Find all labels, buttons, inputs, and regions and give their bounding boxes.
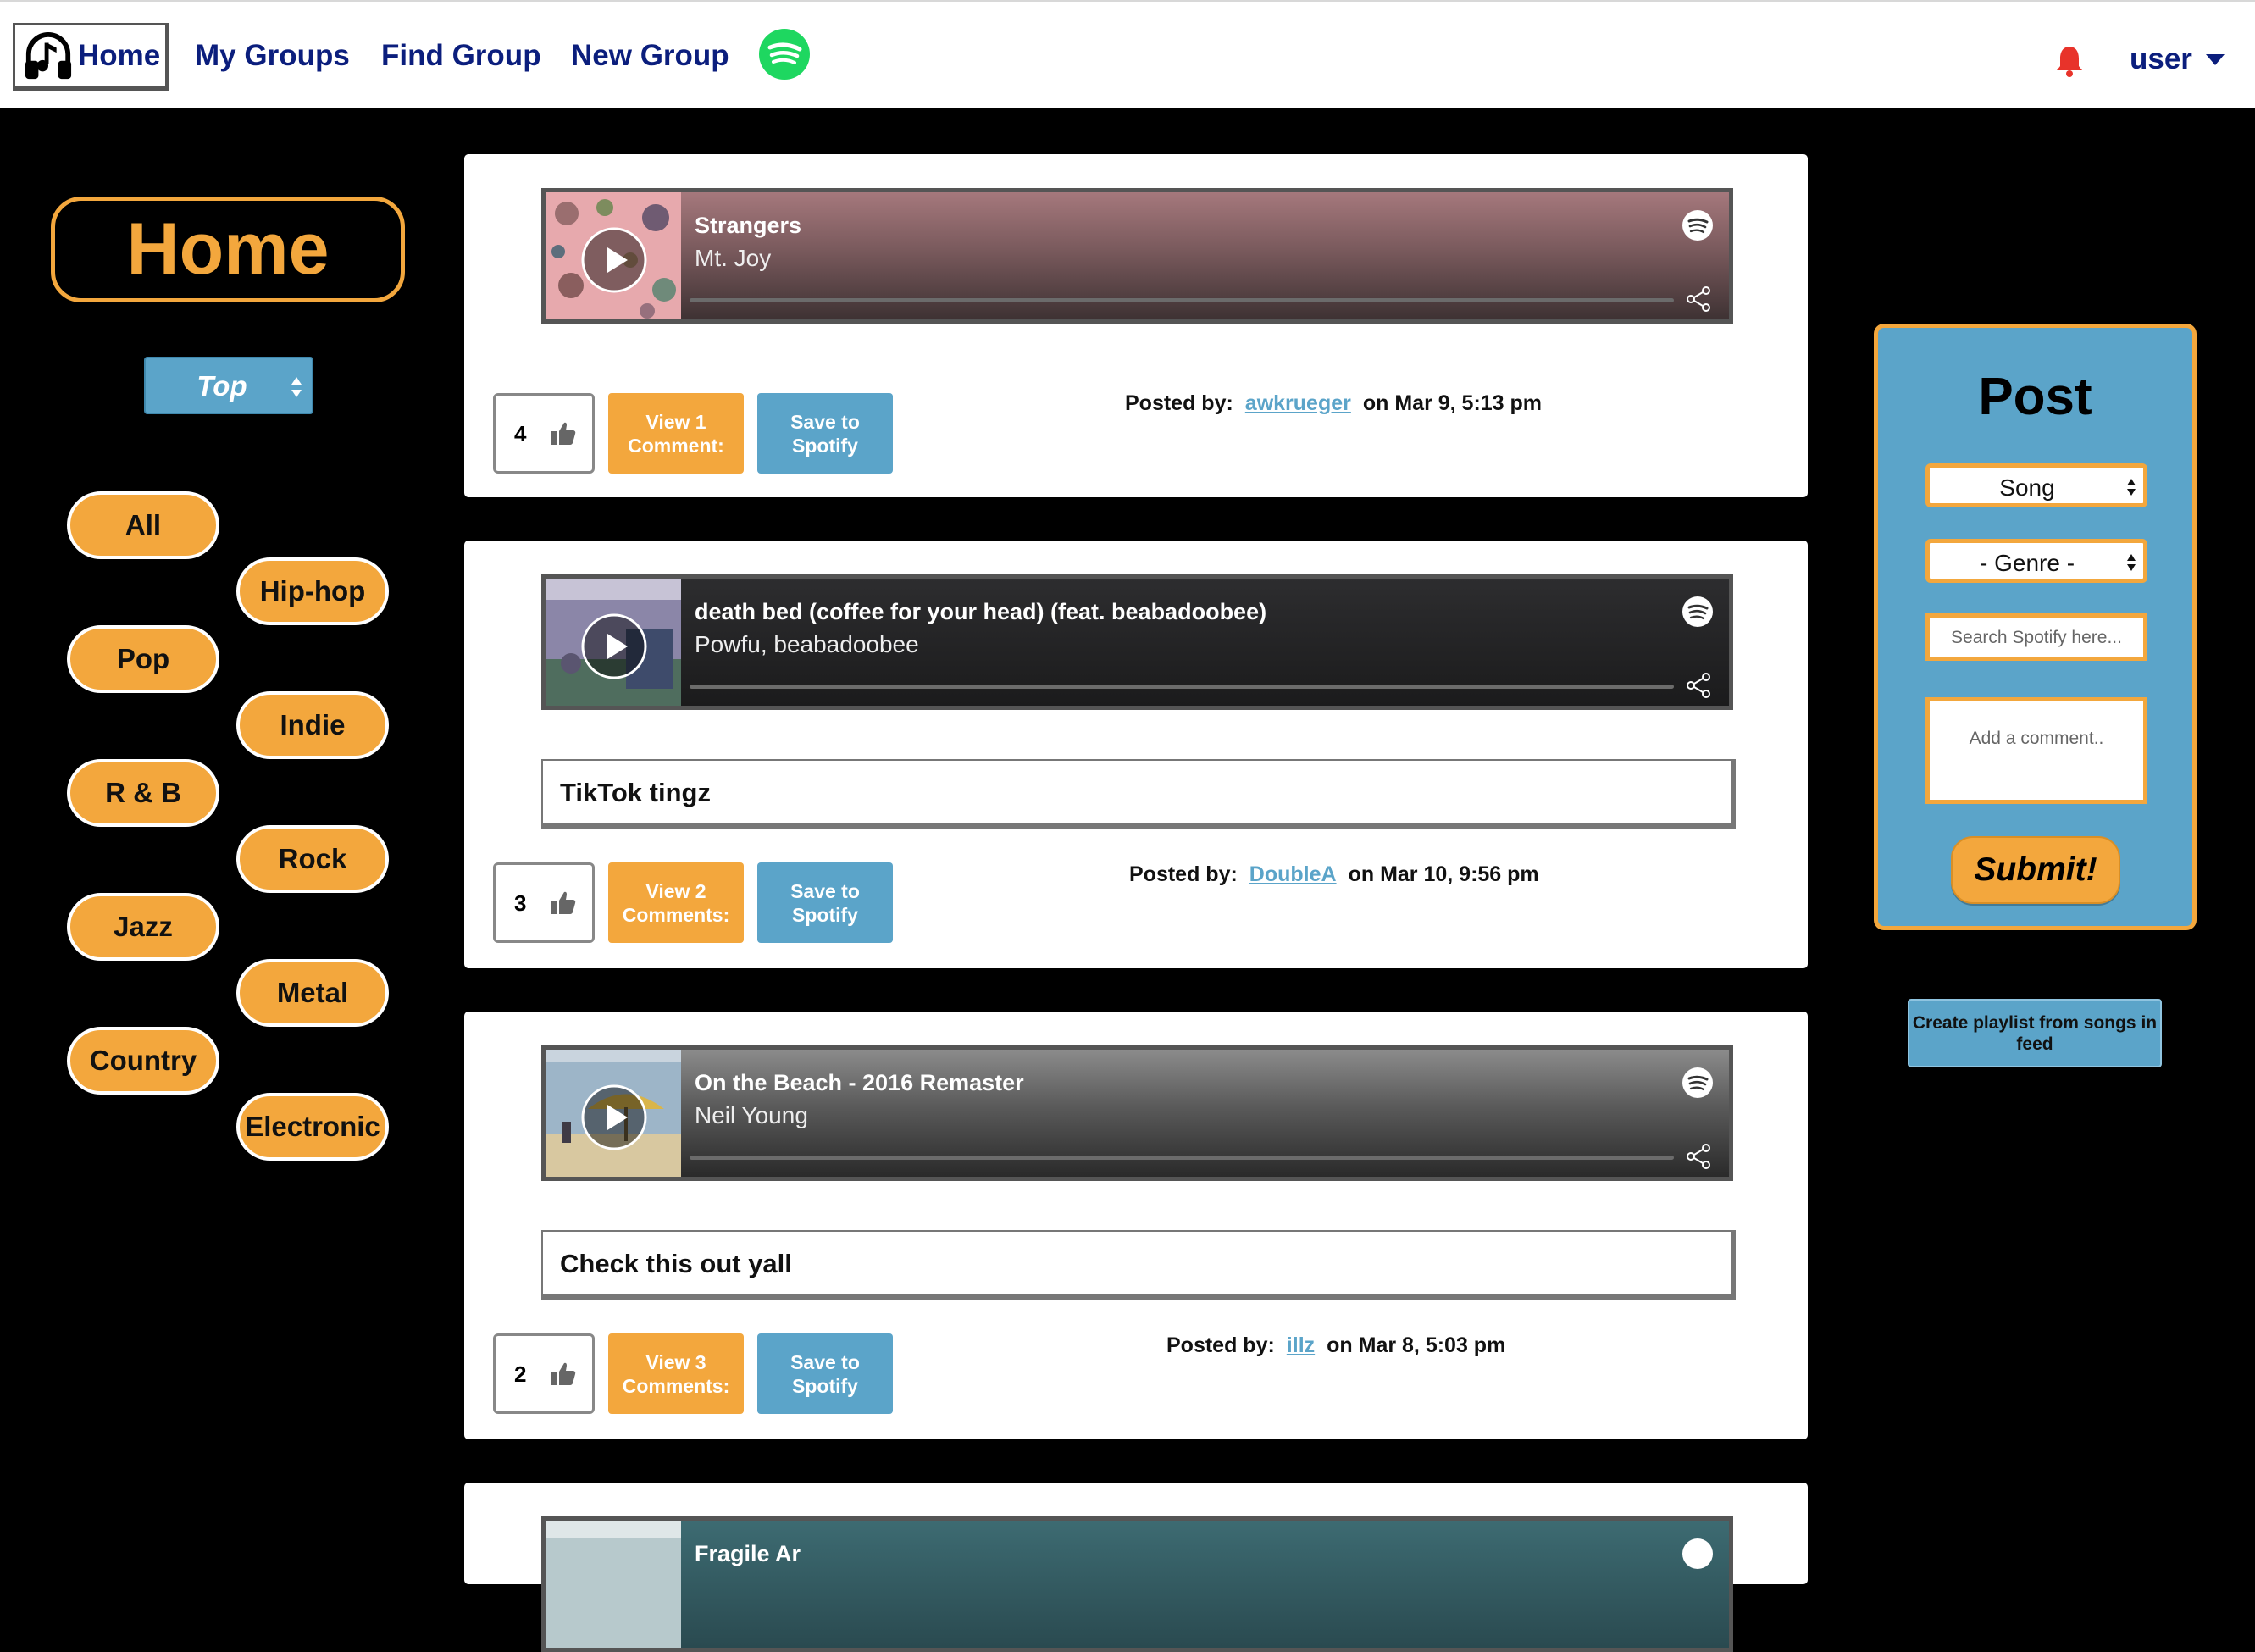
like-button[interactable]: 4 [493,393,595,474]
view-comments-button[interactable]: View 2 Comments: [608,862,744,943]
feed-post-card: Fragile Ar [464,1483,1808,1652]
feed-post-card: death bed (coffee for your head) (feat. … [464,541,1808,968]
select-arrows-icon [2127,554,2136,571]
thumbs-up-icon [551,422,576,445]
save-to-spotify-button[interactable]: Save to Spotify [757,1333,893,1414]
post-caption: TikTok tingz [541,759,1736,829]
comment-textarea[interactable]: Add a comment.. [1925,697,2147,804]
progress-bar[interactable] [690,685,1674,689]
like-button[interactable]: 3 [493,862,595,943]
post-type-value: Song [1999,474,2055,501]
posted-by: Posted by: illz on Mar 8, 5:03 pm [1166,1333,1505,1358]
spotify-player[interactable]: Strangers Mt. Joy [541,188,1733,324]
nav-home-label: Home [78,39,161,72]
feed-post-card: On the Beach - 2016 Remaster Neil Young [464,1012,1808,1439]
post-caption-text: TikTok tingz [560,778,711,807]
genre-select[interactable]: - Genre - [1925,539,2147,583]
track-title: Strangers [695,213,802,238]
select-arrows-icon [2127,479,2136,496]
spotify-icon[interactable] [758,28,811,80]
share-icon[interactable] [1685,672,1712,699]
genre-metal-button[interactable]: Metal [236,959,389,1027]
user-menu[interactable]: user [2130,42,2192,76]
post-date: on Mar 10, 9:56 pm [1348,862,1539,886]
page-title: Home [51,197,405,302]
share-icon[interactable] [1685,285,1712,313]
genre-select-value: - Genre - [1979,550,2075,576]
track-artist: Neil Young [695,1102,808,1128]
post-caption: Check this out yall [541,1230,1736,1300]
nav-find-group-link[interactable]: Find Group [381,39,541,73]
post-caption-text: Check this out yall [560,1249,792,1278]
spotify-icon[interactable] [1682,596,1714,628]
posted-by: Posted by: DoubleA on Mar 10, 9:56 pm [1129,862,1539,887]
post-type-select[interactable]: Song [1925,463,2147,507]
genre-all-button[interactable]: All [67,491,219,559]
spotify-player[interactable]: On the Beach - 2016 Remaster Neil Young [541,1045,1733,1181]
progress-bar[interactable] [690,1156,1674,1160]
posted-by-label: Posted by: [1166,1333,1275,1357]
submit-button[interactable]: Submit! [1951,836,2120,904]
spotify-player[interactable]: Fragile Ar [541,1516,1733,1652]
thumbs-up-icon [551,891,576,914]
genre-country-button[interactable]: Country [67,1027,219,1095]
new-post-panel: Post Song - Genre - Search Spotify here.… [1874,324,2197,930]
nav-home-link[interactable]: Home [13,23,169,91]
spotify-icon[interactable] [1682,1538,1714,1570]
like-count: 4 [514,421,527,446]
play-icon[interactable] [580,1084,648,1151]
view-comments-button[interactable]: View 1 Comment: [608,393,744,474]
select-arrows-icon [291,377,302,397]
notification-bell-icon[interactable] [2054,44,2085,78]
spotify-icon[interactable] [1682,209,1714,241]
play-icon[interactable] [580,613,648,680]
post-date: on Mar 9, 5:13 pm [1362,391,1543,415]
genre-jazz-button[interactable]: Jazz [67,893,219,961]
genre-electronic-button[interactable]: Electronic [236,1093,389,1161]
sort-select-value: Top [197,370,247,402]
nav-new-group-link[interactable]: New Group [571,39,729,73]
like-button[interactable]: 2 [493,1333,595,1414]
track-title: death bed (coffee for your head) (feat. … [695,599,1267,624]
posted-by: Posted by: awkrueger on Mar 9, 5:13 pm [1125,391,1542,416]
save-to-spotify-button[interactable]: Save to Spotify [757,393,893,474]
spotify-player[interactable]: death bed (coffee for your head) (feat. … [541,574,1733,710]
chevron-down-icon[interactable] [2206,54,2225,65]
thumbs-up-icon [551,1362,576,1385]
headphones-logo-icon [25,32,72,80]
genre-rock-button[interactable]: Rock [236,825,389,893]
view-comments-button[interactable]: View 3 Comments: [608,1333,744,1414]
spotify-search-input[interactable]: Search Spotify here... [1925,613,2147,661]
comment-placeholder: Add a comment.. [1969,729,2104,748]
post-author-link[interactable]: awkrueger [1245,391,1351,415]
feed-post-card: Strangers Mt. Joy 4 View 1 Comment: Save… [464,154,1808,497]
track-title: On the Beach - 2016 Remaster [695,1070,1024,1095]
track-artist: Powfu, beabadoobee [695,631,919,657]
nav-my-groups-link[interactable]: My Groups [195,39,350,73]
post-author-link[interactable]: illz [1287,1333,1315,1357]
sort-select[interactable]: Top [144,357,313,414]
genre-indie-button[interactable]: Indie [236,691,389,759]
genre-hiphop-button[interactable]: Hip-hop [236,557,389,625]
track-artist: Mt. Joy [695,245,772,271]
album-art [546,1521,681,1648]
like-count: 2 [514,1361,527,1387]
posted-by-label: Posted by: [1129,862,1238,886]
post-author-link[interactable]: DoubleA [1249,862,1337,886]
track-title: Fragile Ar [695,1541,801,1566]
save-to-spotify-button[interactable]: Save to Spotify [757,862,893,943]
genre-pop-button[interactable]: Pop [67,625,219,693]
top-navbar: Home My Groups Find Group New Group user [0,0,2255,108]
spotify-icon[interactable] [1682,1067,1714,1099]
posted-by-label: Posted by: [1125,391,1233,415]
create-playlist-button[interactable]: Create playlist from songs in feed [1908,999,2162,1067]
spotify-search-placeholder: Search Spotify here... [1951,628,2122,647]
post-panel-title: Post [1978,368,2092,426]
post-date: on Mar 8, 5:03 pm [1327,1333,1506,1357]
progress-bar[interactable] [690,298,1674,302]
like-count: 3 [514,890,527,916]
genre-rnb-button[interactable]: R & B [67,759,219,827]
share-icon[interactable] [1685,1143,1712,1170]
play-icon[interactable] [580,226,648,294]
